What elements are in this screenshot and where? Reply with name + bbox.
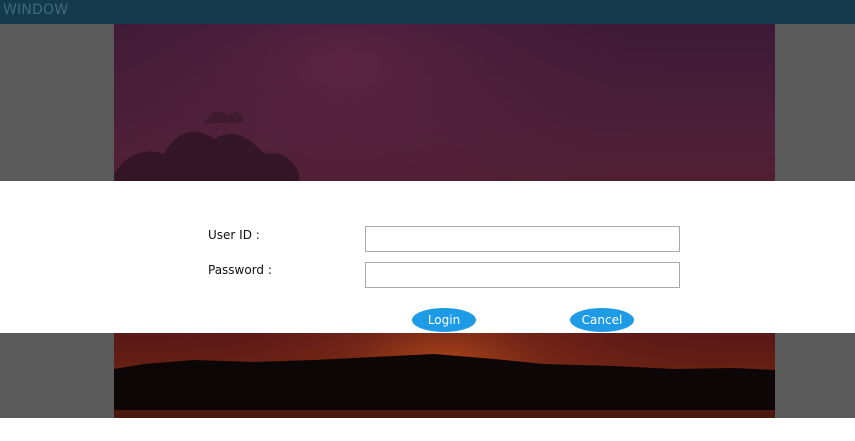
password-input[interactable] [365,262,680,288]
bottom-strip [0,418,855,441]
app-window: WINDOW User ID: Password: Login Cancel [0,0,855,441]
login-dialog: User ID : Password : Login Cancel [0,181,855,333]
title-bar: WINDOW [0,0,855,24]
cancel-button[interactable]: Cancel [570,308,634,332]
user-id-label: User ID : [208,228,260,242]
user-id-input[interactable] [365,226,680,252]
login-button[interactable]: Login [412,308,476,332]
window-title: WINDOW [3,2,69,18]
password-label: Password : [208,263,272,277]
